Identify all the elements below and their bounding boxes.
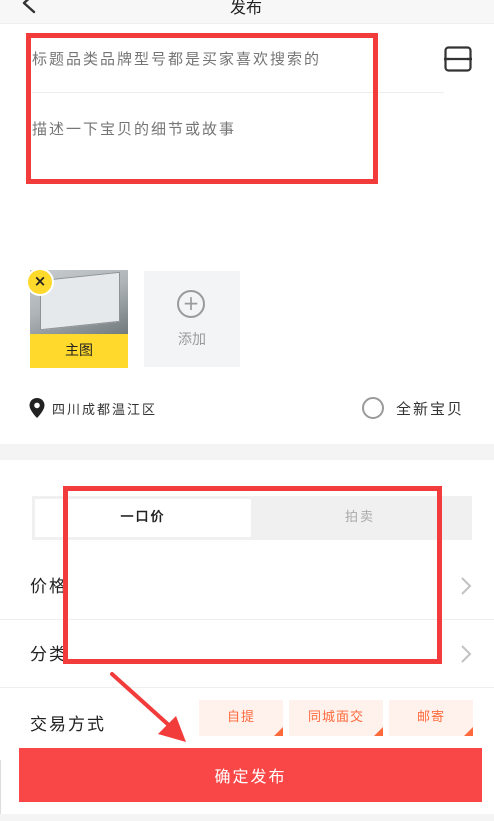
location-selector[interactable]: 四川成都温江区 [28, 396, 157, 420]
publish-button[interactable]: 确定发布 [19, 748, 482, 802]
highlight-box-pricing [63, 486, 442, 664]
trade-option-shipping[interactable]: 邮寄 [389, 700, 473, 736]
chevron-right-icon [461, 577, 472, 595]
page-title: 发布 [230, 0, 263, 17]
trade-option-pickup[interactable]: 自提 [199, 700, 283, 736]
add-photo-label: 添加 [178, 332, 206, 348]
highlight-box-editor [26, 33, 378, 184]
location-text: 四川成都温江区 [52, 402, 158, 418]
trade-option-meetup[interactable]: 同城面交 [289, 700, 383, 736]
add-photo-button[interactable]: + 添加 [144, 271, 240, 367]
trade-method-label: 交易方式 [30, 715, 106, 735]
main-photo-label: 主图 [30, 334, 128, 368]
section-gap [0, 444, 494, 460]
radio-circle-icon [362, 397, 384, 419]
plus-icon: + [177, 290, 205, 318]
chevron-right-icon [461, 645, 472, 663]
trade-method-row: 交易方式 自提 同城面交 邮寄 [0, 690, 494, 746]
new-item-toggle[interactable]: 全新宝贝 [362, 397, 464, 419]
back-arrow-icon[interactable] [20, 0, 42, 14]
new-item-label: 全新宝贝 [396, 399, 465, 418]
location-pin-icon [29, 398, 45, 418]
scan-icon[interactable] [444, 46, 472, 72]
remove-photo-icon[interactable]: × [26, 268, 54, 296]
bottom-strip [0, 814, 494, 821]
nav-bar: 发布 [0, 0, 494, 24]
